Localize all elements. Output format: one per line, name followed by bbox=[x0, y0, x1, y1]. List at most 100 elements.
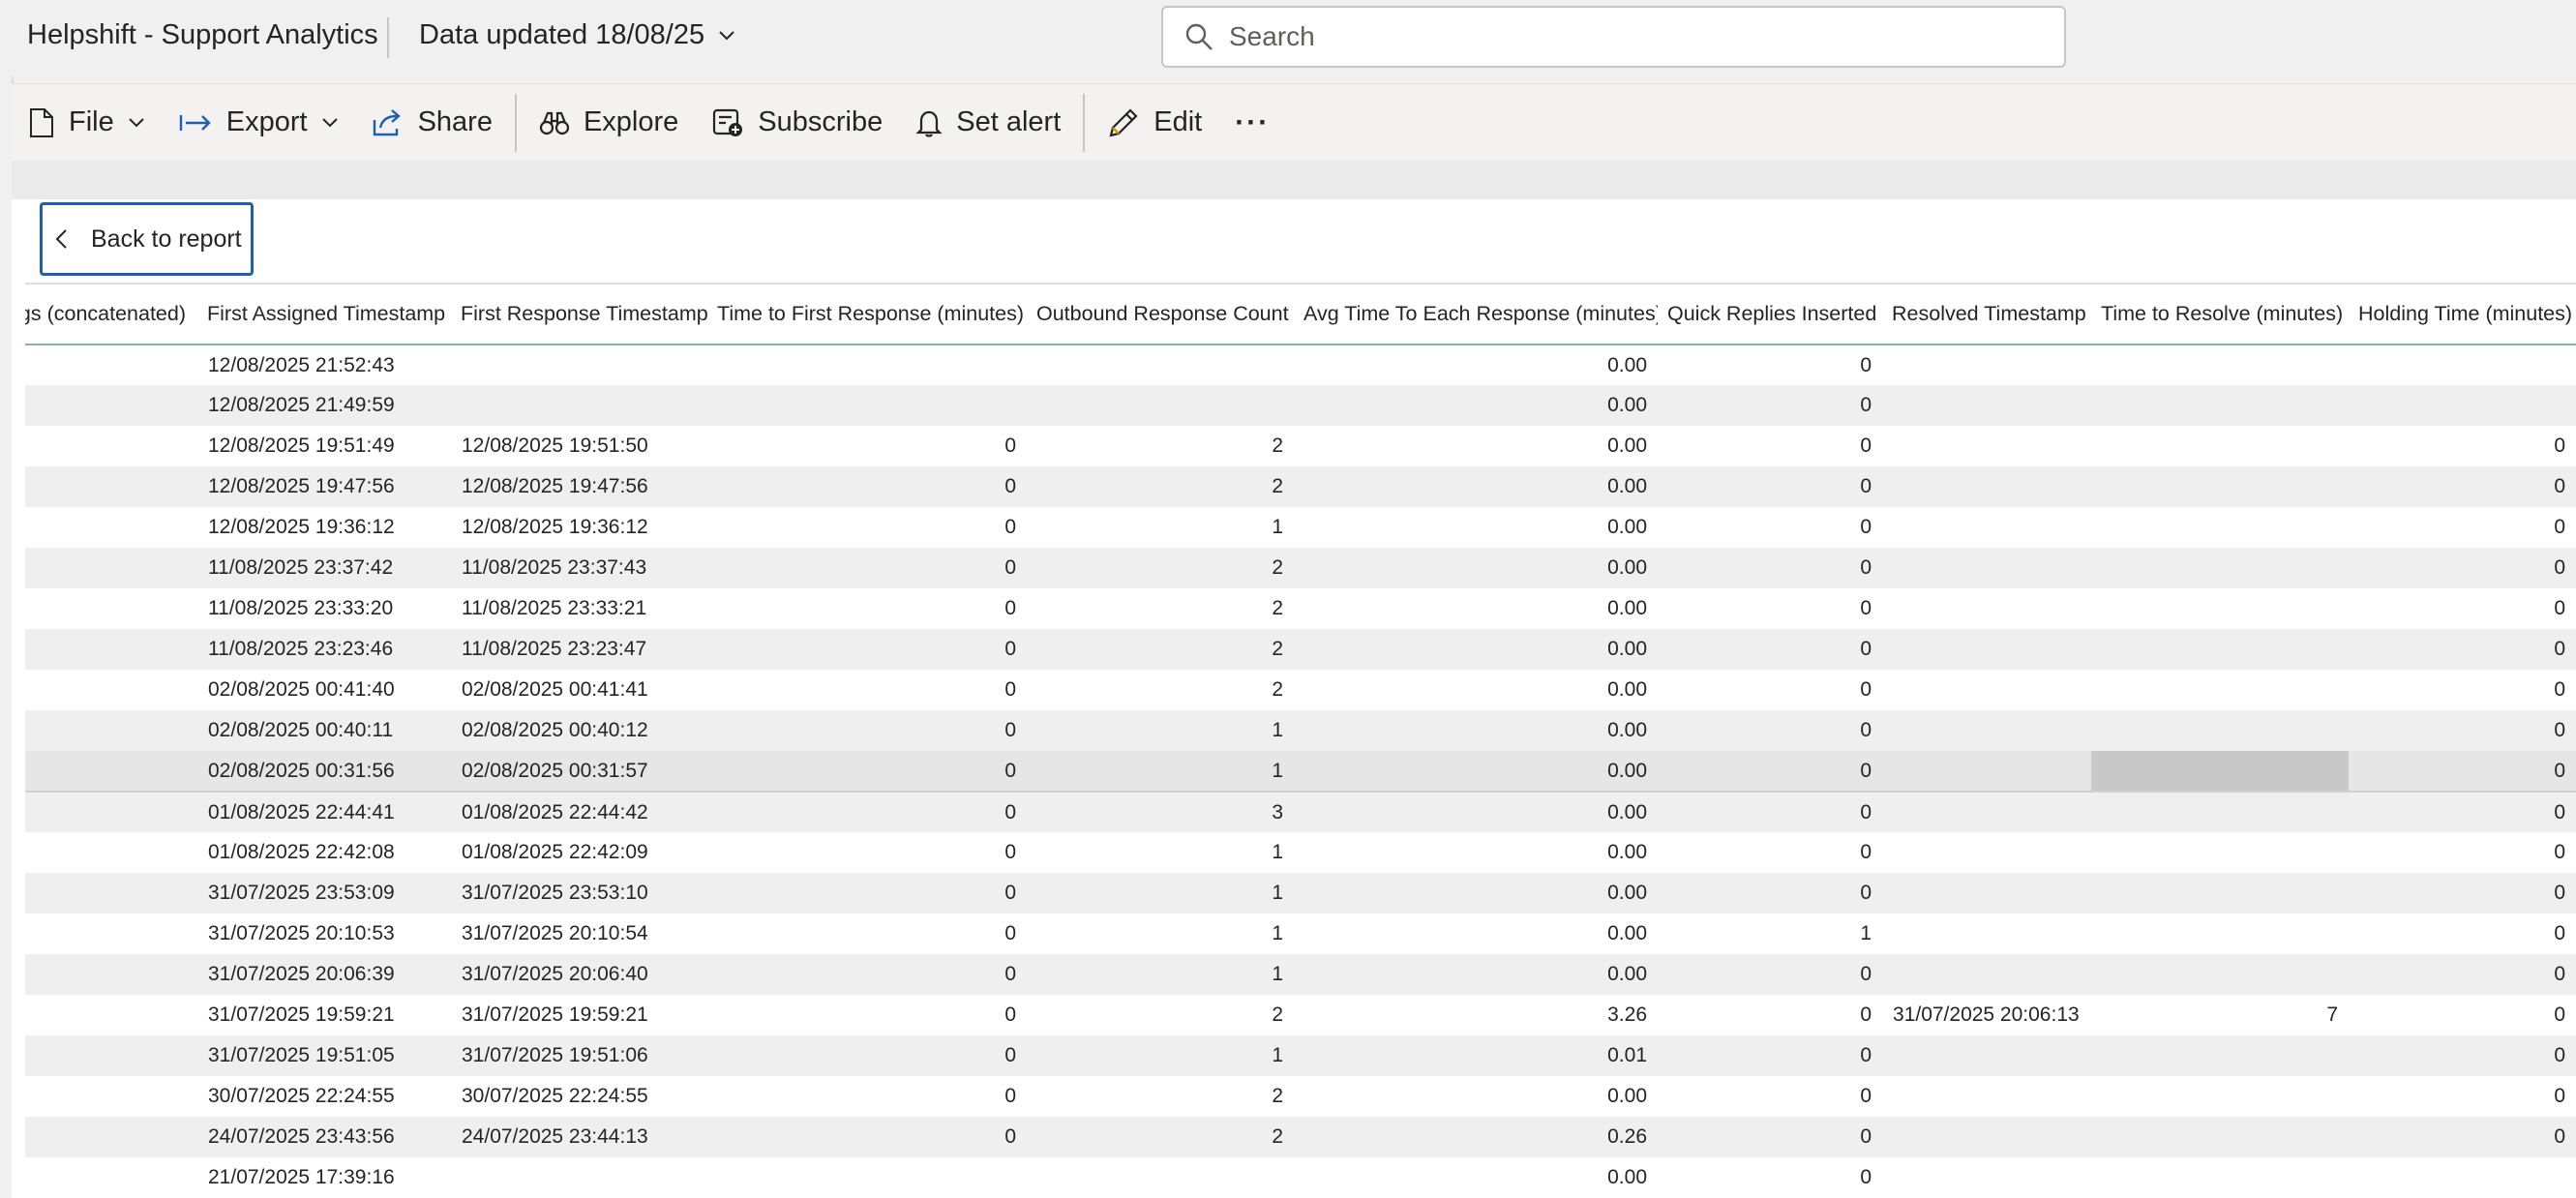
table-cell[interactable] bbox=[2349, 385, 2576, 426]
table-cell[interactable]: 0 bbox=[707, 751, 1027, 793]
table-cell[interactable]: 31/07/2025 19:51:05 bbox=[197, 1035, 451, 1076]
table-cell[interactable]: 0 bbox=[2349, 995, 2576, 1035]
table-cell[interactable]: 0 bbox=[1658, 792, 1882, 832]
table-cell[interactable]: 0 bbox=[1658, 710, 1882, 751]
edit-button[interactable]: Edit bbox=[1091, 94, 1218, 152]
table-cell[interactable]: 0 bbox=[707, 995, 1027, 1035]
table-row[interactable]: 11/08/2025 23:33:20 11/08/2025 23:33:21 0 2… bbox=[25, 588, 2576, 629]
table-row[interactable]: 02/08/2025 00:41:40 02/08/2025 00:41:41 0 2… bbox=[25, 670, 2576, 710]
column-header[interactable]: Resolved Timestamp bbox=[1882, 285, 2091, 345]
table-cell[interactable]: 11/08/2025 23:23:46 bbox=[197, 629, 451, 670]
table-cell[interactable]: 2 bbox=[1027, 995, 1294, 1035]
table-cell[interactable]: 01/08/2025 22:44:42 bbox=[451, 792, 707, 832]
share-button[interactable]: Share bbox=[355, 94, 509, 152]
table-cell[interactable]: 0 bbox=[1658, 629, 1882, 670]
table-cell[interactable] bbox=[2091, 670, 2349, 710]
table-cell[interactable]: 12/08/2025 19:51:49 bbox=[197, 426, 451, 466]
table-cell[interactable]: 24/07/2025 23:44:13 bbox=[451, 1117, 707, 1157]
table-cell[interactable] bbox=[1882, 1035, 2091, 1076]
table-cell[interactable] bbox=[2091, 1157, 2349, 1198]
table-cell[interactable]: 0.00 bbox=[1294, 832, 1658, 873]
table-cell[interactable] bbox=[1882, 344, 2091, 385]
table-cell[interactable] bbox=[2091, 873, 2349, 913]
table-cell[interactable]: 31/07/2025 20:10:54 bbox=[451, 913, 707, 954]
table-cell[interactable]: 0 bbox=[707, 629, 1027, 670]
table-cell[interactable]: 0 bbox=[1658, 1035, 1882, 1076]
table-cell[interactable]: 12/08/2025 19:36:12 bbox=[197, 507, 451, 548]
table-cell[interactable] bbox=[707, 344, 1027, 385]
table-row[interactable]: 31/07/2025 19:59:21 31/07/2025 19:59:21 0 2… bbox=[25, 995, 2576, 1035]
table-cell[interactable]: 0 bbox=[1658, 1076, 1882, 1117]
table-cell[interactable]: 0.00 bbox=[1294, 629, 1658, 670]
table-cell[interactable]: 12/08/2025 19:47:56 bbox=[197, 466, 451, 507]
more-options-button[interactable]: ··· bbox=[1218, 94, 1286, 152]
table-cell[interactable]: 3.26 bbox=[1294, 995, 1658, 1035]
subscribe-button[interactable]: Subscribe bbox=[695, 94, 899, 152]
column-header[interactable]: Holding Time (minutes) bbox=[2349, 285, 2576, 345]
data-table-container[interactable]: Tags (concatenated)First Assigned Timest… bbox=[25, 283, 2576, 1198]
table-cell[interactable]: 01/08/2025 22:42:09 bbox=[451, 832, 707, 873]
table-cell[interactable] bbox=[451, 1157, 707, 1198]
table-cell[interactable]: 0.00 bbox=[1294, 751, 1658, 793]
back-to-report-button[interactable]: Back to report bbox=[40, 202, 254, 276]
table-cell[interactable]: 0.00 bbox=[1294, 426, 1658, 466]
table-cell[interactable] bbox=[707, 385, 1027, 426]
table-cell[interactable] bbox=[1027, 385, 1294, 426]
table-cell[interactable] bbox=[1882, 710, 2091, 751]
table-cell[interactable]: 0.00 bbox=[1294, 344, 1658, 385]
table-cell[interactable] bbox=[25, 548, 197, 588]
table-cell[interactable] bbox=[1882, 385, 2091, 426]
table-cell[interactable] bbox=[25, 629, 197, 670]
table-cell[interactable] bbox=[25, 426, 197, 466]
table-cell[interactable]: 0 bbox=[707, 507, 1027, 548]
table-row[interactable]: 31/07/2025 23:53:09 31/07/2025 23:53:10 0 1… bbox=[25, 873, 2576, 913]
table-cell[interactable] bbox=[451, 344, 707, 385]
table-cell[interactable]: 0.26 bbox=[1294, 1117, 1658, 1157]
table-cell[interactable] bbox=[1882, 1076, 2091, 1117]
table-cell[interactable]: 1 bbox=[1027, 507, 1294, 548]
table-cell[interactable]: 0 bbox=[707, 1117, 1027, 1157]
table-cell[interactable]: 0 bbox=[2349, 548, 2576, 588]
table-cell[interactable]: 24/07/2025 23:43:56 bbox=[197, 1117, 451, 1157]
table-cell[interactable] bbox=[2091, 954, 2349, 995]
table-cell[interactable]: 0 bbox=[2349, 1076, 2576, 1117]
table-cell[interactable]: 0 bbox=[707, 426, 1027, 466]
table-cell[interactable] bbox=[2091, 710, 2349, 751]
table-cell[interactable] bbox=[25, 670, 197, 710]
table-cell[interactable]: 2 bbox=[1027, 1076, 1294, 1117]
table-cell[interactable]: 1 bbox=[1027, 873, 1294, 913]
table-row[interactable]: 12/08/2025 21:52:43 0.00 0 bbox=[25, 344, 2576, 385]
table-cell[interactable]: 0.00 bbox=[1294, 913, 1658, 954]
table-cell[interactable]: 31/07/2025 23:53:09 bbox=[197, 873, 451, 913]
table-cell[interactable] bbox=[2091, 1076, 2349, 1117]
table-row[interactable]: 31/07/2025 19:51:05 31/07/2025 19:51:06 0 1… bbox=[25, 1035, 2576, 1076]
table-cell[interactable]: 0 bbox=[1658, 832, 1882, 873]
table-cell[interactable]: 11/08/2025 23:23:47 bbox=[451, 629, 707, 670]
table-cell[interactable]: 0.00 bbox=[1294, 507, 1658, 548]
table-cell[interactable]: 02/08/2025 00:40:11 bbox=[197, 710, 451, 751]
table-row[interactable]: 02/08/2025 00:31:56 02/08/2025 00:31:57 0 1… bbox=[25, 751, 2576, 793]
table-cell[interactable] bbox=[1882, 954, 2091, 995]
table-cell[interactable]: 0 bbox=[2349, 1117, 2576, 1157]
table-cell[interactable]: 0 bbox=[2349, 710, 2576, 751]
table-cell[interactable]: 01/08/2025 22:44:41 bbox=[197, 792, 451, 832]
table-cell[interactable]: 3 bbox=[1027, 792, 1294, 832]
table-row[interactable]: 01/08/2025 22:44:41 01/08/2025 22:44:42 0 3… bbox=[25, 792, 2576, 832]
table-cell[interactable] bbox=[25, 1157, 197, 1198]
table-cell[interactable]: 0 bbox=[707, 954, 1027, 995]
table-cell[interactable]: 1 bbox=[1027, 832, 1294, 873]
table-cell[interactable]: 0 bbox=[707, 873, 1027, 913]
table-cell[interactable]: 0.00 bbox=[1294, 385, 1658, 426]
table-cell[interactable]: 02/08/2025 00:40:12 bbox=[451, 710, 707, 751]
table-cell[interactable] bbox=[25, 792, 197, 832]
table-cell[interactable] bbox=[2091, 1117, 2349, 1157]
table-cell[interactable] bbox=[2091, 913, 2349, 954]
table-cell[interactable] bbox=[1882, 1117, 2091, 1157]
export-menu-button[interactable]: Export bbox=[162, 94, 355, 152]
table-cell[interactable]: 0 bbox=[2349, 588, 2576, 629]
table-cell[interactable]: 30/07/2025 22:24:55 bbox=[197, 1076, 451, 1117]
column-header[interactable]: Time to Resolve (minutes) bbox=[2091, 285, 2349, 345]
table-cell[interactable] bbox=[1882, 832, 2091, 873]
table-cell[interactable]: 2 bbox=[1027, 629, 1294, 670]
table-row[interactable]: 21/07/2025 17:39:16 0.00 0 bbox=[25, 1157, 2576, 1198]
